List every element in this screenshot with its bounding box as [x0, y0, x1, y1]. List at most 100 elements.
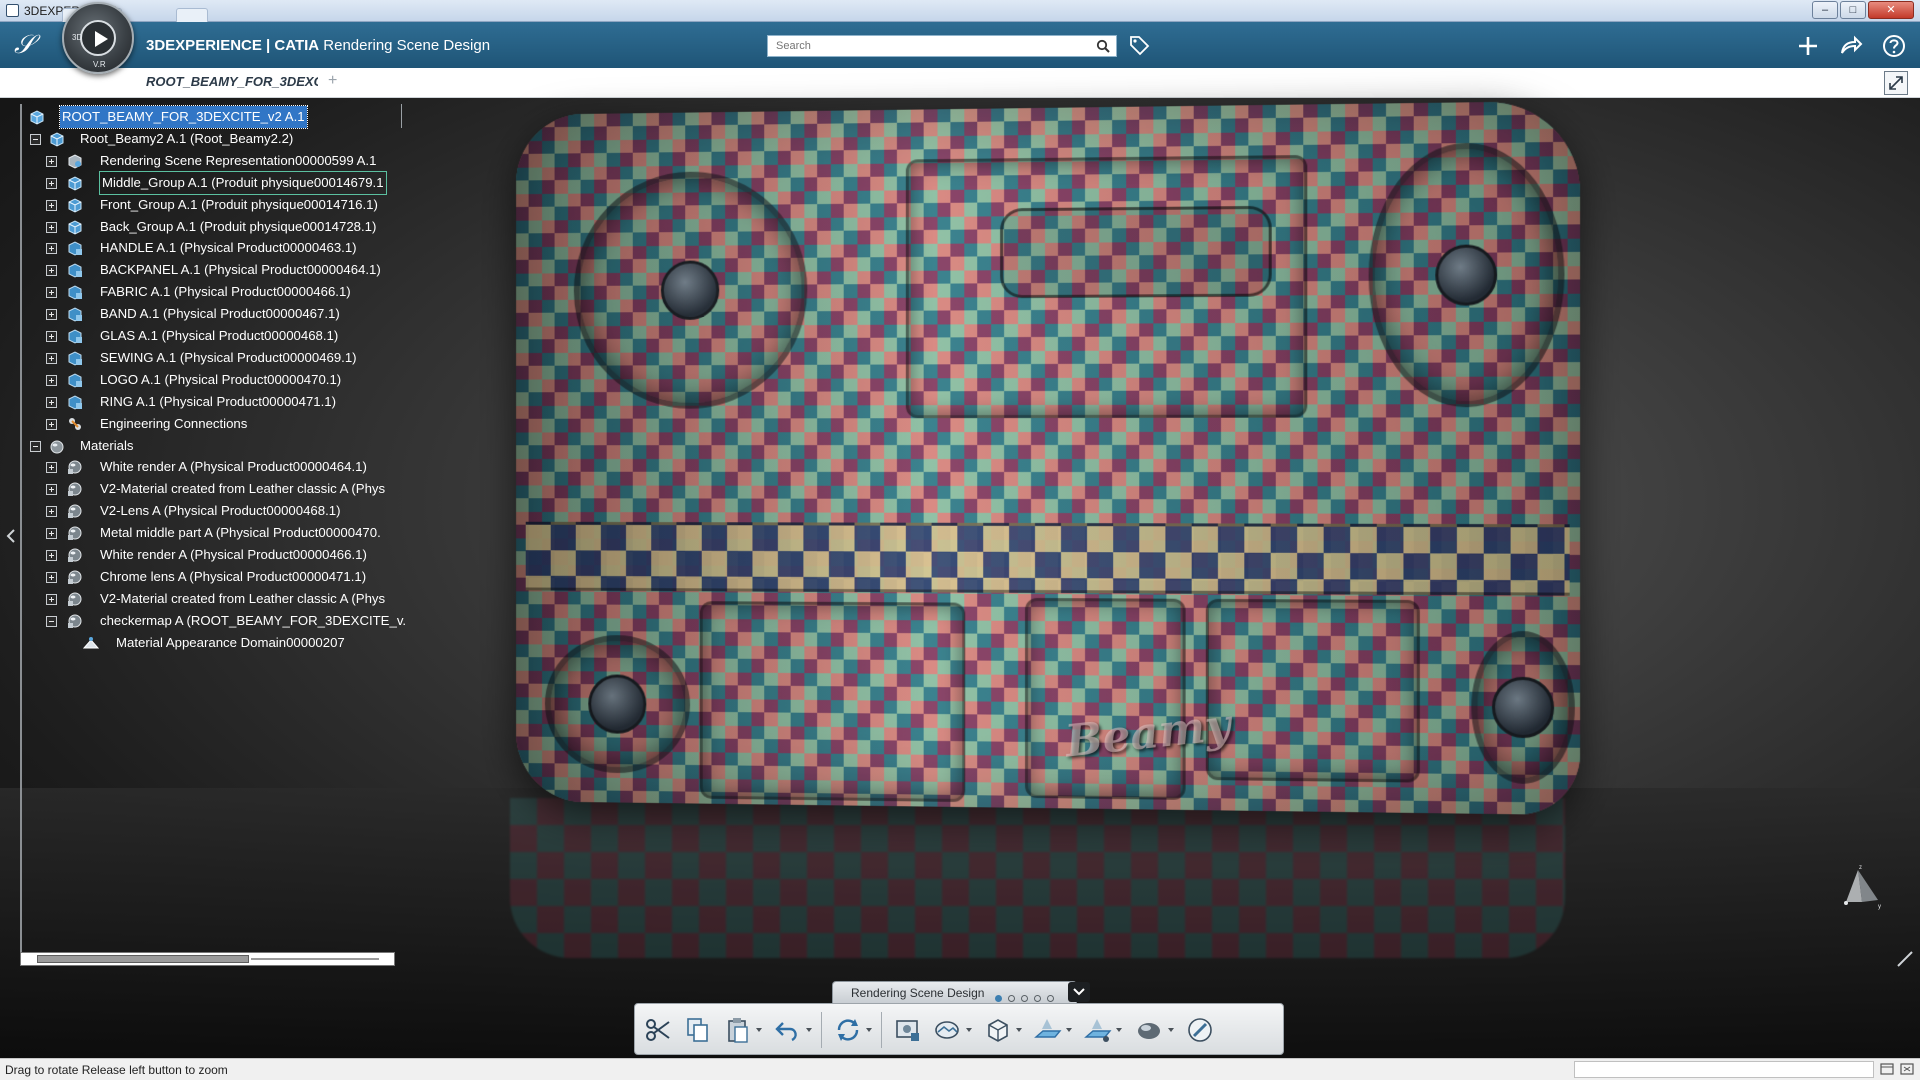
environment-icon[interactable]	[933, 1015, 963, 1045]
expand-icon[interactable]	[46, 374, 57, 386]
collapse-icon[interactable]	[30, 440, 41, 452]
paste-icon[interactable]	[723, 1015, 753, 1045]
beamy-product-model[interactable]: Beamy	[505, 100, 1581, 816]
expand-icon[interactable]	[46, 571, 57, 583]
tree-node[interactable]: ROOT_BEAMY_FOR_3DEXCITE_v2 A.1	[20, 105, 400, 129]
tree-node[interactable]: Middle_Group A.1 (Produit physique000146…	[20, 170, 400, 195]
floor-icon[interactable]	[1033, 1015, 1063, 1045]
collapse-panel-icon[interactable]	[4, 527, 18, 545]
search-input[interactable]	[768, 36, 1078, 56]
page-dot[interactable]	[995, 995, 1002, 1002]
power-input-icon[interactable]	[1900, 1062, 1914, 1076]
minimize-button[interactable]: –	[1812, 1, 1838, 19]
expand-icon[interactable]	[46, 287, 57, 299]
page-dot[interactable]	[1034, 995, 1041, 1002]
tree-node[interactable]: LOGO A.1 (Physical Product00000470.1)	[20, 369, 400, 391]
tree-node[interactable]: White render A (Physical Product00000464…	[20, 456, 400, 478]
tree-node[interactable]: Front_Group A.1 (Produit physique0001471…	[20, 194, 400, 216]
tree-node[interactable]: FABRIC A.1 (Physical Product00000466.1)	[20, 281, 400, 303]
window-layout-icon[interactable]	[1880, 1062, 1894, 1076]
expand-icon[interactable]	[46, 155, 57, 167]
paste-dropdown[interactable]	[756, 1028, 762, 1032]
undo-dropdown[interactable]	[806, 1028, 812, 1032]
tree-node[interactable]: Root_Beamy2 A.1 (Root_Beamy2.2)	[20, 128, 400, 150]
tree-node[interactable]: Materials	[20, 435, 400, 457]
plus-icon[interactable]	[1795, 33, 1821, 59]
collapse-icon[interactable]	[46, 615, 57, 627]
camera-lens-icon[interactable]	[1185, 1015, 1215, 1045]
tree-node[interactable]: Back_Group A.1 (Produit physique00014728…	[20, 216, 400, 238]
tree-horizontal-scrollbar[interactable]	[20, 952, 395, 966]
search-box[interactable]	[767, 35, 1117, 57]
tag-icon[interactable]	[1128, 34, 1150, 56]
expand-icon[interactable]	[46, 309, 57, 321]
expand-icon[interactable]	[46, 352, 57, 364]
expand-icon[interactable]	[46, 221, 57, 233]
tree-node[interactable]: V2-Material created from Leather classic…	[20, 478, 400, 500]
bottom-center-panel[interactable]	[1025, 597, 1186, 800]
bottom-right-speaker[interactable]	[1471, 630, 1575, 785]
environment-dropdown[interactable]	[966, 1028, 972, 1032]
play-icon[interactable]	[80, 20, 116, 56]
material-sphere-dropdown[interactable]	[1168, 1028, 1174, 1032]
collapse-icon[interactable]	[30, 133, 41, 145]
bottom-left-panel[interactable]	[699, 601, 966, 803]
tree-node[interactable]: Chrome lens A (Physical Product00000471.…	[20, 566, 400, 588]
tree-node[interactable]: checkermap A (ROOT_BEAMY_FOR_3DEXCITE_v.	[20, 610, 406, 632]
scrollbar-thumb[interactable]	[37, 955, 249, 963]
view-triad-icon[interactable]: z y	[1838, 862, 1882, 912]
top-left-speaker[interactable]	[573, 170, 808, 409]
bottom-left-speaker[interactable]	[544, 634, 691, 774]
tree-node[interactable]: Engineering Connections	[20, 413, 400, 435]
tree-node[interactable]: V2-Lens A (Physical Product00000468.1)	[20, 500, 400, 522]
add-tab-button[interactable]: +	[328, 72, 337, 90]
share-icon[interactable]	[1838, 33, 1864, 59]
tree-node[interactable]: SEWING A.1 (Physical Product00000469.1)	[20, 347, 400, 369]
light-dropdown[interactable]	[1116, 1028, 1122, 1032]
tree-node[interactable]: HANDLE A.1 (Physical Product00000463.1)	[20, 237, 400, 259]
render-settings-icon[interactable]	[893, 1015, 923, 1045]
product-body[interactable]	[516, 100, 1581, 816]
bottom-right-panel[interactable]	[1205, 598, 1420, 783]
product-band[interactable]	[525, 521, 1570, 596]
tree-node[interactable]: White render A (Physical Product00000466…	[20, 544, 400, 566]
page-dot[interactable]	[1008, 995, 1015, 1002]
status-command-field[interactable]	[1574, 1061, 1874, 1078]
expand-icon[interactable]	[46, 331, 57, 342]
expand-icon[interactable]	[46, 484, 57, 496]
action-bar-section-tab[interactable]: Rendering Scene Design	[832, 981, 1077, 1003]
fullscreen-icon[interactable]	[1884, 71, 1908, 95]
update-icon[interactable]	[833, 1015, 863, 1045]
top-right-speaker[interactable]	[1368, 141, 1565, 408]
tree-node[interactable]: Rendering Scene Representation00000599 A…	[20, 150, 400, 172]
top-center-panel[interactable]	[905, 154, 1308, 419]
expand-icon[interactable]	[46, 462, 57, 474]
update-dropdown[interactable]	[866, 1028, 872, 1032]
help-icon[interactable]	[1881, 33, 1907, 59]
light-icon[interactable]	[1083, 1015, 1113, 1045]
compass-icon[interactable]: 3D V.R	[62, 2, 134, 74]
undo-icon[interactable]	[773, 1015, 803, 1045]
page-dot[interactable]	[1047, 995, 1054, 1002]
tree-node[interactable]: RING A.1 (Physical Product00000471.1)	[20, 391, 400, 413]
expand-icon[interactable]	[46, 528, 57, 540]
tree-node[interactable]: Metal middle part A (Physical Product000…	[20, 522, 400, 544]
tree-node[interactable]: Material Appearance Domain00000207	[20, 632, 400, 654]
search-icon[interactable]	[1096, 39, 1110, 53]
pen-icon[interactable]	[1896, 950, 1914, 968]
expand-icon[interactable]	[46, 506, 57, 518]
ds-logo-icon[interactable]: 𝒮	[14, 30, 48, 60]
expand-icon[interactable]	[46, 243, 57, 255]
tab-root-beamy[interactable]: ROOT_BEAMY_FOR_3DEXC	[146, 74, 318, 89]
chevron-down-icon[interactable]	[1068, 982, 1090, 1002]
bounding-box-icon[interactable]	[983, 1015, 1013, 1045]
expand-icon[interactable]	[46, 265, 57, 277]
expand-icon[interactable]	[46, 550, 57, 561]
expand-icon[interactable]	[46, 396, 57, 408]
copy-icon[interactable]	[683, 1015, 713, 1045]
expand-icon[interactable]	[46, 593, 57, 605]
expand-icon[interactable]	[46, 177, 57, 189]
tree-node[interactable]: BACKPANEL A.1 (Physical Product00000464.…	[20, 259, 400, 281]
tree-node[interactable]: BAND A.1 (Physical Product00000467.1)	[20, 303, 400, 325]
maximize-button[interactable]: □	[1840, 1, 1866, 19]
